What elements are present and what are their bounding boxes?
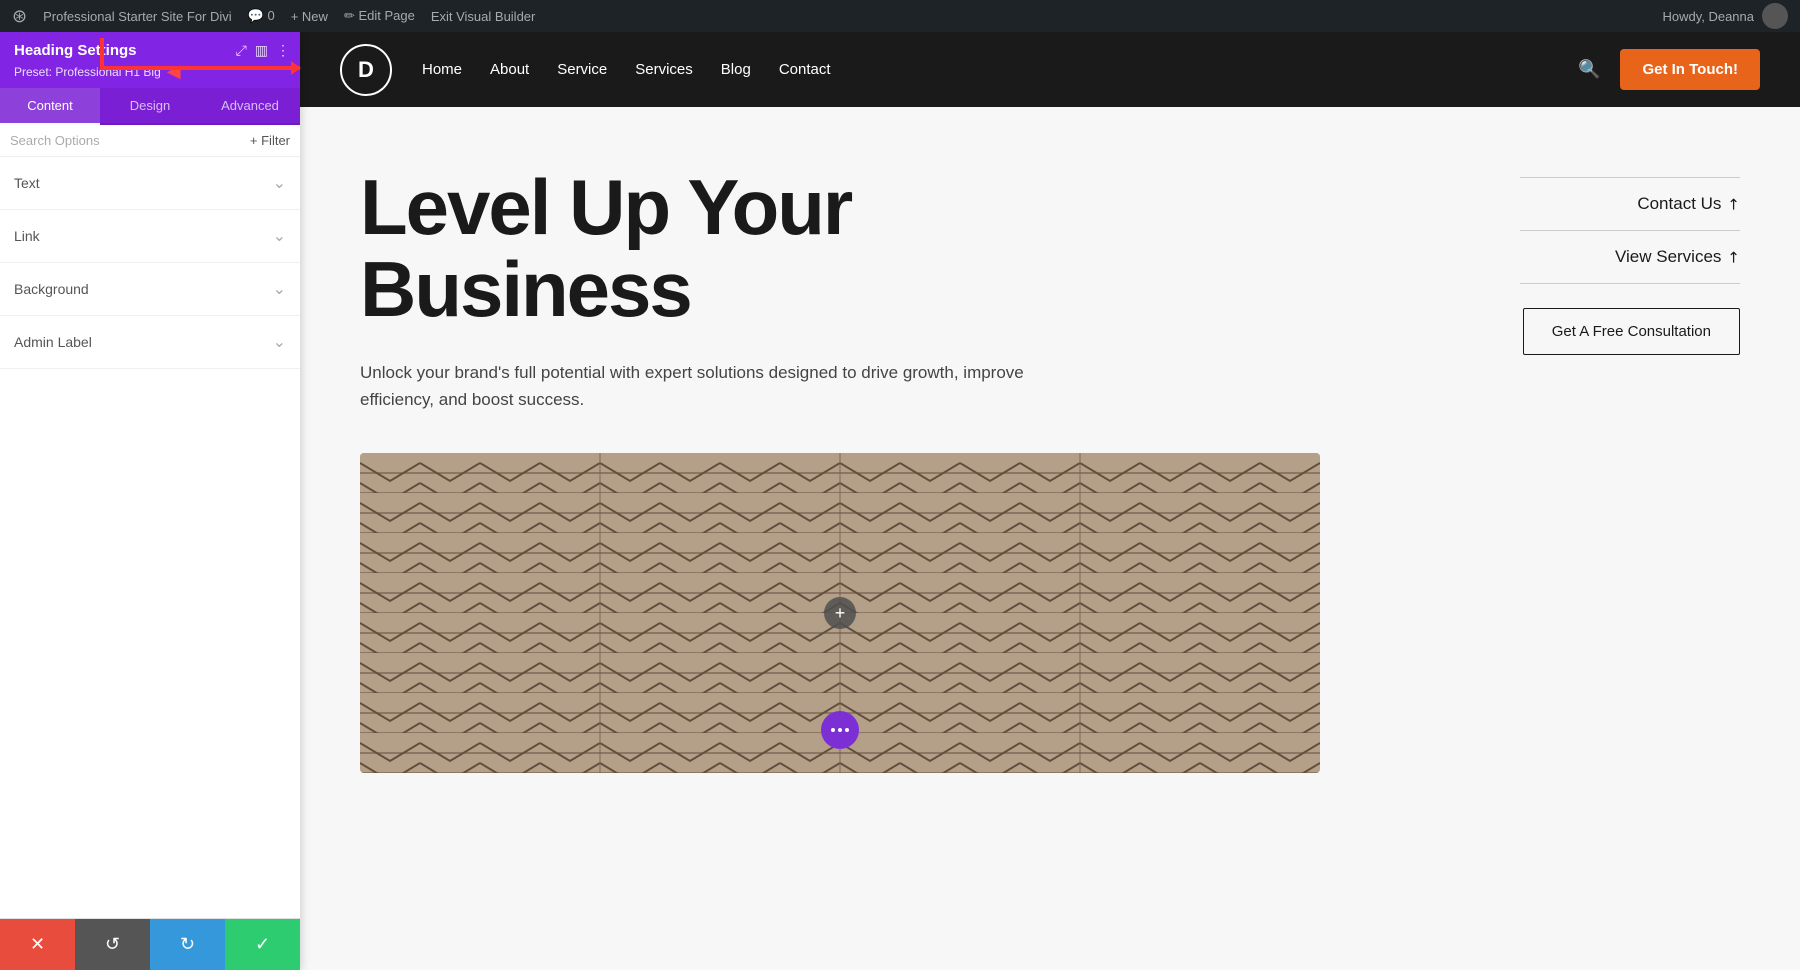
cancel-button[interactable]: ✕ — [0, 919, 75, 970]
search-icon[interactable]: 🔍 — [1578, 59, 1600, 80]
admin-bar: ⊛ Professional Starter Site For Divi 💬 0… — [0, 0, 1800, 32]
exit-builder-item[interactable]: Exit Visual Builder — [431, 9, 536, 24]
panel-tabs: Content Design Advanced — [0, 88, 300, 125]
panel-options: Text ⌄ Link ⌄ Background ⌄ Admin Label ⌄ — [0, 157, 300, 918]
panel-header: Heading Settings Preset: Professional H1… — [0, 32, 300, 88]
tab-design[interactable]: Design — [100, 88, 200, 123]
howdy-section: Howdy, Deanna — [1662, 3, 1788, 29]
undo-button[interactable]: ↺ — [75, 919, 150, 970]
nav-contact[interactable]: Contact — [779, 61, 831, 78]
comments-item[interactable]: 💬 0 — [248, 8, 275, 24]
view-services-link[interactable]: View Services ↗ — [1520, 231, 1740, 284]
hero-section: Level Up Your Business Unlock your brand… — [300, 107, 1800, 453]
panel-bottom-bar: ✕ ↺ ↻ ✓ — [0, 918, 300, 970]
dot-icon — [845, 728, 849, 732]
site-nav-links: Home About Service Services Blog Contact — [422, 61, 1578, 78]
expand-icon[interactable]: ⤢ — [236, 42, 247, 59]
chevron-down-icon: ⌄ — [273, 226, 286, 246]
search-input[interactable] — [10, 133, 242, 148]
hero-left: Level Up Your Business Unlock your brand… — [360, 167, 1480, 413]
dot-icon — [831, 728, 835, 732]
option-admin-label-label: Admin Label — [14, 334, 92, 350]
option-background-label: Background — [14, 281, 89, 297]
more-icon[interactable]: ⋮ — [276, 42, 290, 59]
howdy-text: Howdy, Deanna — [1662, 9, 1754, 24]
site-nav: D Home About Service Services Blog Conta… — [300, 32, 1800, 107]
tab-content[interactable]: Content — [0, 88, 100, 125]
option-text-label: Text — [14, 175, 40, 191]
option-admin-label[interactable]: Admin Label ⌄ — [0, 316, 300, 369]
redo-button[interactable]: ↻ — [150, 919, 225, 970]
option-background[interactable]: Background ⌄ — [0, 263, 300, 316]
chevron-down-icon: ⌄ — [273, 332, 286, 352]
save-button[interactable]: ✓ — [225, 919, 300, 970]
filter-button[interactable]: + Filter — [250, 133, 290, 148]
wp-logo-icon[interactable]: ⊛ — [12, 7, 27, 25]
hero-heading: Level Up Your Business — [360, 167, 1480, 331]
dot-icon — [838, 728, 842, 732]
new-item[interactable]: + New — [291, 9, 328, 24]
hero-image-section: + — [300, 453, 1800, 833]
arrow-icon: ↗ — [1723, 193, 1745, 215]
nav-services[interactable]: Services — [635, 61, 693, 78]
avatar — [1762, 3, 1788, 29]
hero-right: Contact Us ↗ View Services ↗ Get A Free … — [1520, 167, 1740, 413]
site-logo: D — [340, 44, 392, 96]
site-name[interactable]: Professional Starter Site For Divi — [43, 9, 232, 24]
nav-service[interactable]: Service — [557, 61, 607, 78]
free-consultation-button[interactable]: Get A Free Consultation — [1523, 308, 1740, 355]
content-area: D Home About Service Services Blog Conta… — [300, 32, 1800, 970]
arrow-icon: ↗ — [1723, 246, 1745, 268]
contact-us-link[interactable]: Contact Us ↗ — [1520, 177, 1740, 231]
preset-arrow-icon: ◀ — [167, 61, 181, 82]
edit-page-item[interactable]: ✏ Edit Page — [344, 8, 415, 24]
hero-image: + — [360, 453, 1320, 773]
nav-cta-button[interactable]: Get In Touch! — [1620, 49, 1760, 90]
chevron-down-icon: ⌄ — [273, 173, 286, 193]
panel-header-actions: ⤢ ▥ ⋮ — [236, 42, 290, 59]
option-text[interactable]: Text ⌄ — [0, 157, 300, 210]
main-layout: Heading Settings Preset: Professional H1… — [0, 32, 1800, 970]
tab-advanced[interactable]: Advanced — [200, 88, 300, 123]
nav-blog[interactable]: Blog — [721, 61, 751, 78]
chevron-down-icon: ⌄ — [273, 279, 286, 299]
columns-icon[interactable]: ▥ — [255, 42, 268, 59]
panel-preset: Preset: Professional H1 Big ◀ — [14, 61, 286, 82]
arrow-indicator — [100, 66, 300, 70]
sidebar-panel: Heading Settings Preset: Professional H1… — [0, 32, 300, 970]
nav-about[interactable]: About — [490, 61, 529, 78]
nav-home[interactable]: Home — [422, 61, 462, 78]
module-options-button[interactable] — [821, 711, 859, 749]
add-module-button[interactable]: + — [824, 597, 856, 629]
hero-subtext: Unlock your brand's full potential with … — [360, 359, 1040, 413]
option-link[interactable]: Link ⌄ — [0, 210, 300, 263]
option-link-label: Link — [14, 228, 40, 244]
panel-search: + Filter — [0, 125, 300, 157]
